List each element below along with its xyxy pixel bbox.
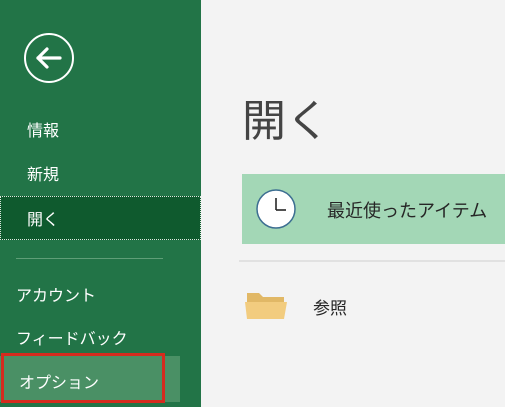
browse-button[interactable]: 参照 — [242, 278, 505, 338]
sidebar-item-label: 新規 — [27, 165, 60, 184]
sidebar-item-label: 情報 — [27, 121, 60, 140]
sidebar-item-feedback[interactable]: フィードバック — [0, 315, 201, 359]
backstage-view: 情報 新規 開く アカウント フィードバック オプション 開く 最近使ったアイテ… — [0, 0, 505, 407]
recent-items-label: 最近使ったアイテム — [327, 201, 488, 222]
sidebar-item-label: 開く — [27, 210, 60, 229]
open-pane: 開く 最近使ったアイテム 参照 — [201, 0, 505, 407]
sidebar-item-info[interactable]: 情報 — [0, 107, 201, 151]
back-button[interactable] — [24, 33, 74, 83]
section-divider — [239, 260, 505, 262]
backstage-sidebar: 情報 新規 開く アカウント フィードバック オプション — [0, 0, 201, 407]
sidebar-item-label: アカウント — [16, 286, 97, 305]
sidebar-item-label: オプション — [19, 373, 100, 392]
clock-icon — [255, 188, 297, 230]
sidebar-item-label: フィードバック — [16, 329, 128, 348]
page-title: 開く — [242, 96, 330, 147]
sidebar-item-new[interactable]: 新規 — [0, 151, 201, 195]
folder-icon — [244, 288, 287, 322]
sidebar-item-open[interactable]: 開く — [0, 196, 201, 240]
recent-items-button[interactable]: 最近使ったアイテム — [242, 174, 505, 244]
sidebar-item-options[interactable]: オプション — [0, 359, 180, 403]
browse-label: 参照 — [313, 299, 347, 319]
sidebar-divider — [16, 258, 163, 259]
sidebar-item-account[interactable]: アカウント — [0, 272, 201, 316]
arrow-left-icon — [34, 45, 64, 71]
